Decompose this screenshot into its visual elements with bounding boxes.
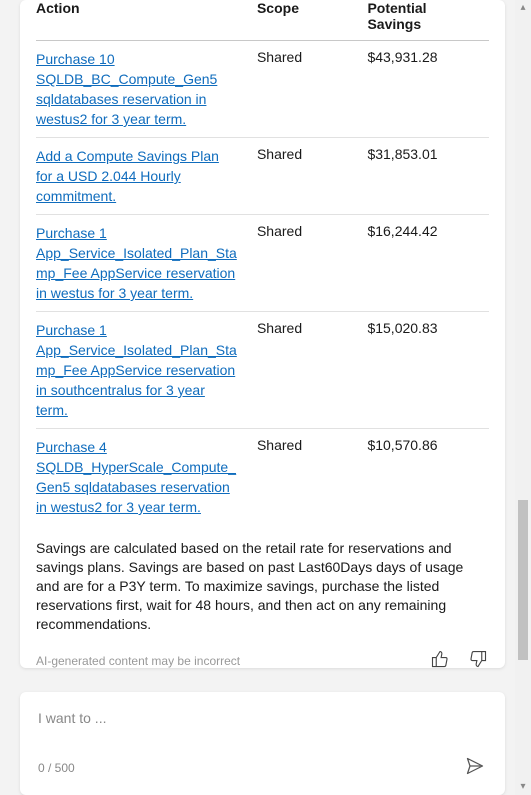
chat-input-card: 0 / 500 [20,692,505,795]
table-row: Purchase 1 App_Service_Isolated_Plan_Sta… [36,312,489,429]
recommendation-link[interactable]: Purchase 1 App_Service_Isolated_Plan_Sta… [36,225,237,301]
send-button[interactable] [463,754,487,781]
recommendation-link[interactable]: Purchase 10 SQLDB_BC_Compute_Gen5 sqldat… [36,51,217,127]
savings-cell: $15,020.83 [367,312,489,429]
send-icon [465,764,485,779]
scope-cell: Shared [257,429,367,526]
savings-footnote: Savings are calculated based on the reta… [36,539,489,634]
table-row: Add a Compute Savings Plan for a USD 2.0… [36,138,489,215]
ai-feedback-row: AI-generated content may be incorrect [36,648,489,668]
recommendations-card: Action Scope Potential Savings Purchase … [20,0,505,668]
thumbs-up-button[interactable] [429,648,451,668]
table-row: Purchase 1 App_Service_Isolated_Plan_Sta… [36,215,489,312]
thumbs-down-button[interactable] [467,648,489,668]
chat-input[interactable] [38,710,487,726]
thumbs-up-icon [431,656,449,668]
savings-cell: $31,853.01 [367,138,489,215]
savings-cell: $10,570.86 [367,429,489,526]
ai-disclaimer: AI-generated content may be incorrect [36,654,240,668]
table-row: Purchase 4 SQLDB_HyperScale_Compute_Gen5… [36,429,489,526]
savings-cell: $43,931.28 [367,41,489,138]
char-count: 0 / 500 [38,761,75,775]
table-header-savings: Potential Savings [367,0,489,41]
thumbs-down-icon [469,656,487,668]
savings-cell: $16,244.42 [367,215,489,312]
recommendation-link[interactable]: Purchase 1 App_Service_Isolated_Plan_Sta… [36,322,237,418]
scroll-thumb[interactable] [518,500,528,660]
scrollbar[interactable]: ▴ ▾ [515,0,531,795]
recommendation-link[interactable]: Purchase 4 SQLDB_HyperScale_Compute_Gen5… [36,439,236,515]
recommendations-table: Action Scope Potential Savings Purchase … [36,0,489,525]
scroll-down-icon[interactable]: ▾ [515,779,531,795]
recommendation-link[interactable]: Add a Compute Savings Plan for a USD 2.0… [36,148,219,204]
scope-cell: Shared [257,41,367,138]
table-header-scope: Scope [257,0,367,41]
table-row: Purchase 10 SQLDB_BC_Compute_Gen5 sqldat… [36,41,489,138]
table-header-action: Action [36,0,257,41]
scope-cell: Shared [257,215,367,312]
scope-cell: Shared [257,312,367,429]
scroll-up-icon[interactable]: ▴ [515,0,531,16]
scope-cell: Shared [257,138,367,215]
